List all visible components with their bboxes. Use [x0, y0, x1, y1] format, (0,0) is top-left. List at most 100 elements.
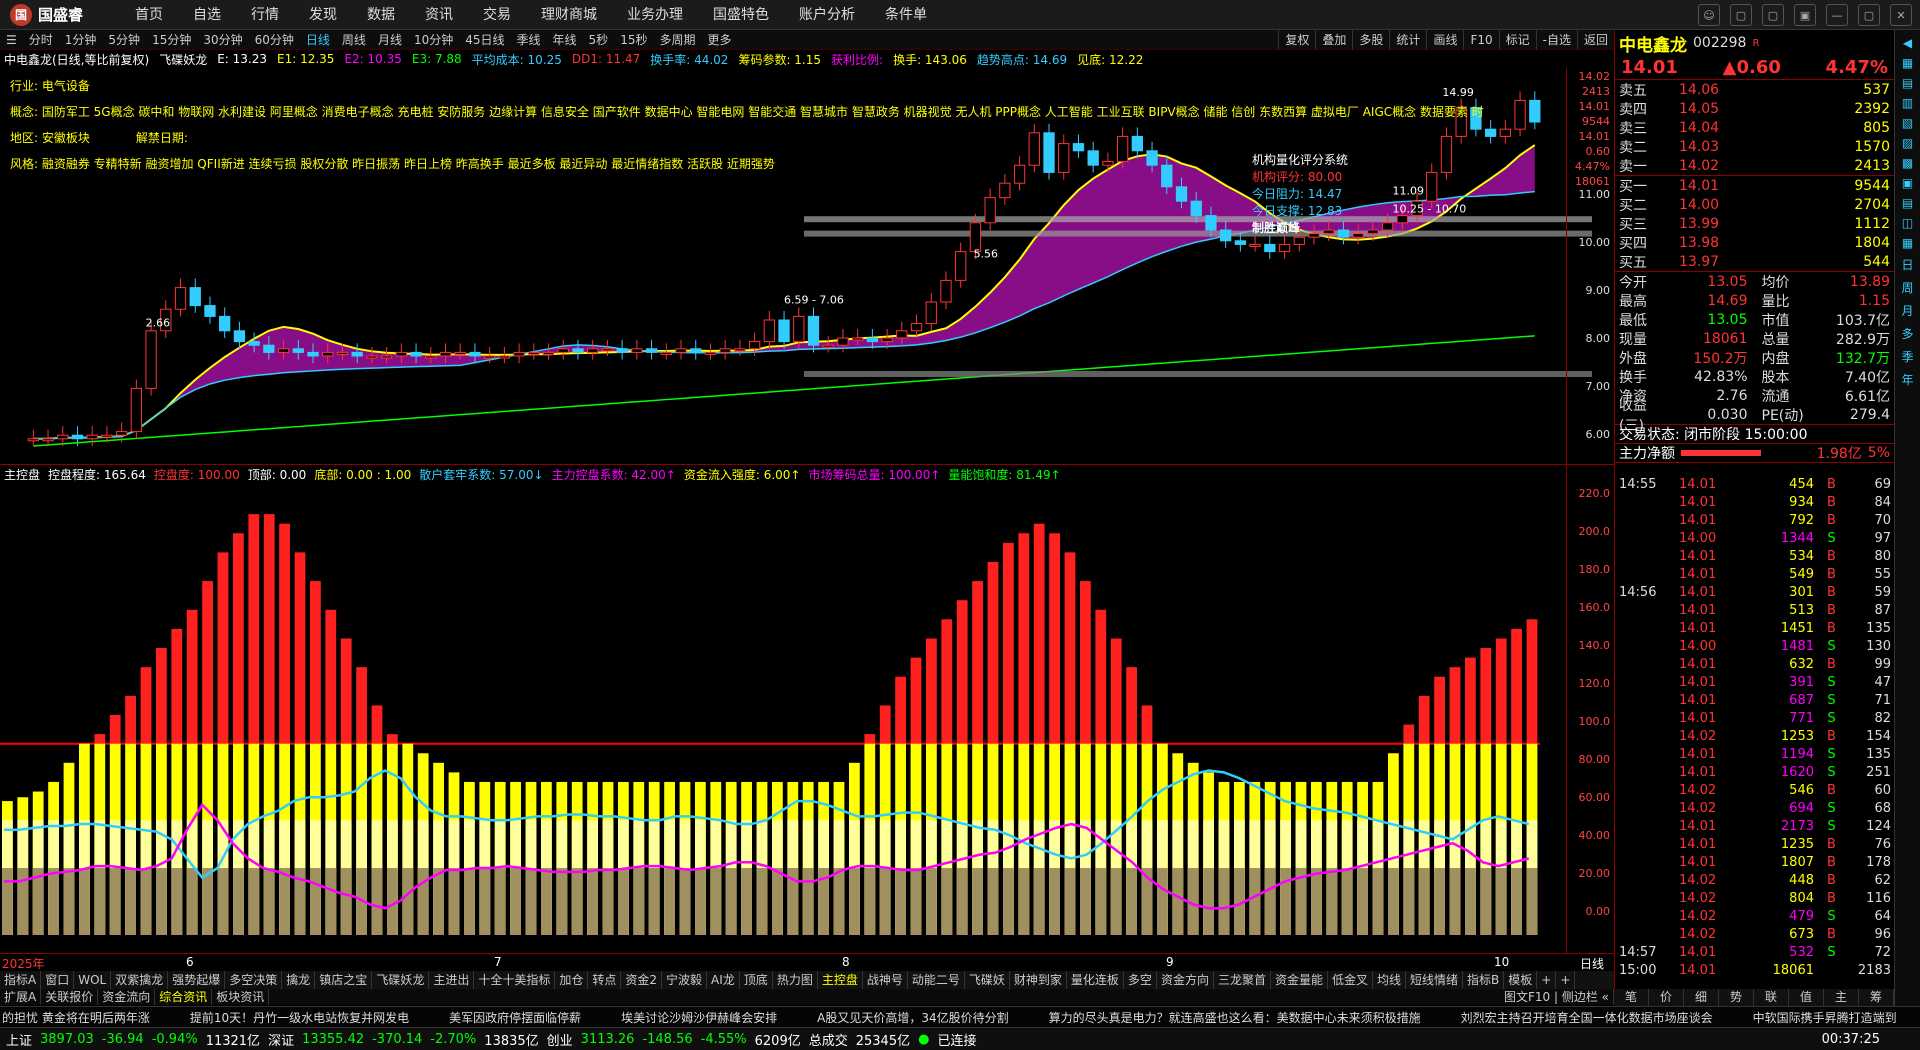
- period-tab[interactable]: 分时: [23, 30, 59, 50]
- window-button-icon[interactable]: —: [1826, 4, 1848, 26]
- toolbar-button[interactable]: 标记: [1498, 30, 1536, 50]
- indicator-tab[interactable]: 动能二号: [908, 971, 965, 989]
- news-ticker[interactable]: 的担忧 黄金将在明后两年涨 提前10天！丹竹一级水电站恢复并网发电 美军因政府停摆面…: [0, 1006, 1920, 1028]
- indicator-tab[interactable]: 十全十美指标: [474, 971, 556, 989]
- info-tab[interactable]: 扩展A: [0, 989, 42, 1005]
- sidebar-icon[interactable]: ▦: [1902, 56, 1913, 70]
- period-tab[interactable]: 30分钟: [197, 30, 248, 50]
- sidebar-icon[interactable]: ▦: [1902, 236, 1913, 250]
- indicator-tab[interactable]: 战神号: [863, 971, 908, 989]
- indicator-tab[interactable]: +: [1537, 971, 1557, 989]
- indicator-tab[interactable]: 窗口: [41, 971, 75, 989]
- indicator-tab[interactable]: 模板: [1504, 971, 1538, 989]
- menu-item[interactable]: 国盛特色: [698, 0, 784, 30]
- indicator-tab[interactable]: 加仓: [555, 971, 589, 989]
- indicator-tab[interactable]: 指标B: [1463, 971, 1505, 989]
- menu-item[interactable]: 首页: [120, 0, 178, 30]
- period-tab[interactable]: 1分钟: [59, 30, 103, 50]
- toolbar-button[interactable]: 返回: [1576, 30, 1614, 50]
- period-tab[interactable]: 15分钟: [146, 30, 197, 50]
- sidebar-icon[interactable]: ▩: [1902, 156, 1913, 170]
- quote-tab[interactable]: 势: [1719, 989, 1754, 1006]
- sidebar-icon[interactable]: ▨: [1902, 136, 1913, 150]
- sidebar-icon[interactable]: 月: [1901, 302, 1913, 319]
- toolbar-button[interactable]: 叠加: [1315, 30, 1352, 50]
- indicator-tab[interactable]: 量化连板: [1067, 971, 1124, 989]
- menu-item[interactable]: 行情: [236, 0, 294, 30]
- indicator-tab[interactable]: 主控盘: [818, 971, 863, 989]
- period-tab[interactable]: 45日线: [459, 30, 510, 50]
- indicator-title[interactable]: 主控盘: [4, 466, 40, 483]
- news-item[interactable]: 埃美讨论沙姆沙伊赫峰会安排: [621, 1009, 777, 1026]
- formula-name[interactable]: 飞碟妖龙: [159, 51, 207, 68]
- news-item[interactable]: A股又见天价高增，34亿股价待分割: [817, 1009, 1008, 1026]
- sz-index-label[interactable]: 深证: [268, 1030, 294, 1049]
- indicator-tab[interactable]: 镇店之宝: [315, 971, 373, 989]
- toolbar-button[interactable]: -自选: [1535, 30, 1577, 50]
- quote-tab[interactable]: 联: [1754, 989, 1789, 1006]
- window-button-icon[interactable]: ▣: [1794, 4, 1816, 26]
- indicator-tab[interactable]: 飞碟妖龙: [372, 971, 430, 989]
- indicator-tab[interactable]: 三龙聚首: [1214, 971, 1271, 989]
- news-item[interactable]: 美军因政府停摆面临停薪: [449, 1009, 581, 1026]
- indicator-tab[interactable]: 指标A: [0, 971, 42, 989]
- period-tab[interactable]: 周线: [336, 30, 372, 50]
- menu-item[interactable]: 账户分析: [784, 0, 870, 30]
- indicator-tab[interactable]: +: [1556, 971, 1576, 989]
- news-item[interactable]: 的担忧 黄金将在明后两年涨: [2, 1009, 150, 1026]
- period-tab[interactable]: 年线: [547, 30, 583, 50]
- period-indicator[interactable]: 日线: [1580, 955, 1604, 972]
- sidebar-icon[interactable]: ▤: [1902, 196, 1913, 210]
- period-tab[interactable]: 月线: [372, 30, 408, 50]
- indicator-tab[interactable]: 双紫擒龙: [111, 971, 169, 989]
- menu-item[interactable]: 理财商城: [526, 0, 612, 30]
- period-tab[interactable]: 季线: [511, 30, 547, 50]
- period-tab[interactable]: 更多: [701, 30, 737, 50]
- info-tab[interactable]: 资金流向: [98, 989, 156, 1005]
- indicator-tab[interactable]: 资金方向: [1157, 971, 1214, 989]
- sidebar-icon[interactable]: ▥: [1902, 96, 1913, 110]
- window-button-icon[interactable]: ▢: [1858, 4, 1880, 26]
- window-button-icon[interactable]: ✕: [1890, 4, 1912, 26]
- menu-item[interactable]: 数据: [352, 0, 410, 30]
- toolbar-button[interactable]: 统计: [1389, 30, 1426, 50]
- indicator-tab[interactable]: 宁波毅: [662, 971, 708, 989]
- sidebar-icon[interactable]: ◀: [1903, 36, 1912, 50]
- menu-item[interactable]: 资讯: [410, 0, 468, 30]
- news-item[interactable]: 刘烈宏主持召开培育全国一体化数据市场座谈会: [1461, 1009, 1713, 1026]
- menu-item[interactable]: 业务办理: [612, 0, 698, 30]
- indicator-tab[interactable]: 飞碟妖: [965, 971, 1010, 989]
- menu-icon[interactable]: ☰: [0, 30, 23, 50]
- quote-tab[interactable]: 主: [1824, 989, 1859, 1006]
- quote-tab[interactable]: 值: [1789, 989, 1824, 1006]
- news-item[interactable]: 算力的尽头真是电力？就连高盛也这么看：美数据中心未来须积极措施: [1049, 1009, 1421, 1026]
- period-tab[interactable]: 5分钟: [102, 30, 146, 50]
- indicator-tab[interactable]: 顶底: [740, 971, 773, 989]
- quote-tab[interactable]: 笔: [1614, 989, 1649, 1006]
- indicator-tab[interactable]: 财神到家: [1010, 971, 1067, 989]
- indicator-tab[interactable]: 主进出: [429, 971, 475, 989]
- quote-tab[interactable]: 价: [1649, 989, 1684, 1006]
- indicator-tab[interactable]: 资金量能: [1271, 971, 1328, 989]
- window-button-icon[interactable]: ☺: [1698, 4, 1720, 26]
- cy-index-label[interactable]: 创业: [547, 1030, 573, 1049]
- toolbar-button[interactable]: 画线: [1426, 30, 1463, 50]
- toolbar-button[interactable]: F10: [1463, 30, 1498, 50]
- menu-item[interactable]: 条件单: [870, 0, 942, 30]
- period-tab[interactable]: 5秒: [583, 30, 615, 50]
- sidebar-icon[interactable]: 日: [1901, 256, 1913, 273]
- period-tab[interactable]: 10分钟: [408, 30, 459, 50]
- sidebar-icon[interactable]: ◫: [1902, 216, 1913, 230]
- sidebar-icon[interactable]: ▧: [1902, 116, 1913, 130]
- indicator-tab[interactable]: 短线情绪: [1406, 971, 1464, 989]
- menu-item[interactable]: 发现: [294, 0, 352, 30]
- indicator-tab[interactable]: 低金叉: [1328, 971, 1373, 989]
- app-logo[interactable]: 国国盛睿: [0, 3, 120, 26]
- quote-tab[interactable]: 筹: [1859, 989, 1894, 1006]
- indicator-tab[interactable]: WOL: [74, 971, 112, 989]
- indicator-tab[interactable]: 热力图: [773, 971, 818, 989]
- quote-tab[interactable]: 细: [1684, 989, 1719, 1006]
- info-tab[interactable]: 关联报价: [41, 989, 99, 1005]
- window-button-icon[interactable]: ▢: [1762, 4, 1784, 26]
- sidebar-icon[interactable]: 周: [1901, 279, 1913, 296]
